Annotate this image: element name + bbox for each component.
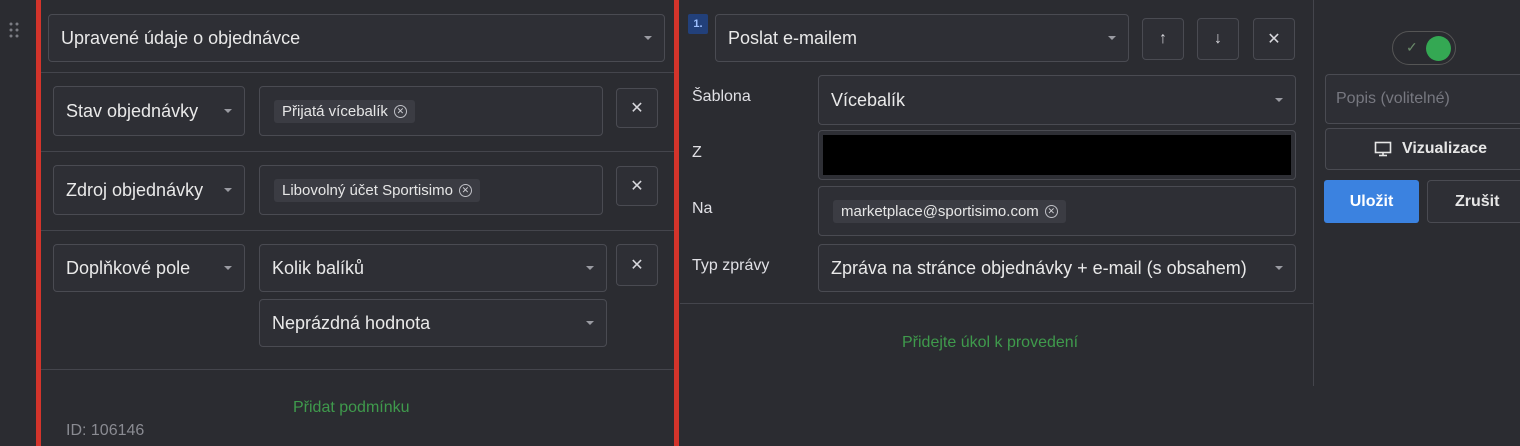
value-tag: Přijatá vícebalík ✕ [274,100,415,123]
cancel-label: Zrušit [1455,192,1500,210]
arrow-down-icon: ↓ [1214,30,1222,47]
recipient-tag: marketplace@sportisimo.com ✕ [833,200,1066,223]
condition-value-field[interactable]: Libovolný účet Sportisimo ✕ [259,165,603,215]
chevron-down-icon [1108,36,1116,40]
add-task-link[interactable]: Přidejte úkol k provedení [902,334,1078,352]
condition-field-select[interactable]: Doplňkové pole [53,244,245,292]
chevron-down-icon [1275,98,1283,102]
left-panel-border [36,0,41,446]
tag-label: Přijatá vícebalík [282,103,388,120]
chevron-down-icon [224,188,232,192]
template-label: Šablona [692,88,751,105]
toggle-knob [1426,36,1451,61]
save-label: Uložit [1349,192,1394,210]
drag-handle-icon[interactable] [8,20,20,40]
divider [41,369,674,370]
message-type-label: Typ zprávy [692,257,770,274]
redacted-block [823,135,1291,175]
extra-field-select[interactable]: Kolik balíků [259,244,607,292]
panel-divider [1313,0,1314,386]
remove-tag-icon[interactable]: ✕ [458,184,472,197]
close-icon: ✕ [630,178,644,195]
remove-action-button[interactable]: ✕ [1253,18,1295,60]
tag-label: marketplace@sportisimo.com [841,203,1039,220]
value-tag: Libovolný účet Sportisimo ✕ [274,179,480,202]
close-icon: ✕ [630,257,644,274]
chevron-down-icon [224,266,232,270]
operator-label: Neprázdná hodnota [272,312,431,333]
template-value: Vícebalík [831,89,906,110]
action-label: Poslat e-mailem [728,27,858,48]
chevron-down-icon [586,321,594,325]
arrow-up-icon: ↑ [1159,30,1167,47]
step-number-badge: 1. [688,14,708,34]
move-down-button[interactable]: ↓ [1197,18,1239,60]
to-label: Na [692,200,713,217]
remove-tag-icon[interactable]: ✕ [1044,205,1058,218]
divider [41,151,674,152]
description-placeholder: Popis (volitelné) [1336,90,1450,107]
description-input[interactable]: Popis (volitelné) [1325,74,1520,124]
action-select[interactable]: Poslat e-mailem [715,14,1129,62]
chevron-down-icon [586,266,594,270]
tag-label: Libovolný účet Sportisimo [282,182,453,199]
remove-condition-button[interactable]: ✕ [616,244,658,286]
from-field[interactable] [818,130,1296,180]
remove-tag-icon[interactable]: ✕ [393,105,407,118]
close-icon: ✕ [1267,31,1281,48]
divider [41,230,674,231]
cancel-button[interactable]: Zrušit [1427,180,1520,223]
rule-id: ID: 106146 [66,422,145,439]
monitor-icon [1374,141,1392,157]
close-icon: ✕ [630,100,644,117]
chevron-down-icon [1275,266,1283,270]
active-toggle[interactable]: ✓ [1392,31,1456,65]
condition-field-select[interactable]: Zdroj objednávky [53,165,245,215]
visualize-button[interactable]: Vizualizace [1325,128,1520,170]
chevron-down-icon [224,109,232,113]
message-type-value: Zpráva na stránce objednávky + e-mail (s… [831,257,1247,278]
from-label: Z [692,144,702,161]
divider [41,72,674,73]
chevron-down-icon [644,36,652,40]
remove-condition-button[interactable]: ✕ [616,166,658,206]
add-condition-link[interactable]: Přidat podmínku [293,399,410,417]
condition-field-select[interactable]: Stav objednávky [53,86,245,136]
condition-value-field[interactable]: Přijatá vícebalík ✕ [259,86,603,136]
extra-field-label: Kolik balíků [272,257,365,278]
condition-group-select[interactable]: Upravené údaje o objednávce [48,14,665,62]
condition-field-label: Doplňkové pole [66,257,191,278]
template-select[interactable]: Vícebalík [818,75,1296,125]
move-up-button[interactable]: ↑ [1142,18,1184,60]
check-icon: ✓ [1406,39,1418,55]
to-field[interactable]: marketplace@sportisimo.com ✕ [818,186,1296,236]
operator-select[interactable]: Neprázdná hodnota [259,299,607,347]
middle-panel-border [674,0,679,446]
visualize-label: Vizualizace [1401,140,1488,157]
message-type-select[interactable]: Zpráva na stránce objednávky + e-mail (s… [818,244,1296,292]
remove-condition-button[interactable]: ✕ [616,88,658,128]
save-button[interactable]: Uložit [1324,180,1419,223]
condition-field-label: Zdroj objednávky [66,179,204,200]
divider [680,303,1313,304]
condition-group-label: Upravené údaje o objednávce [61,27,301,48]
condition-field-label: Stav objednávky [66,100,199,121]
